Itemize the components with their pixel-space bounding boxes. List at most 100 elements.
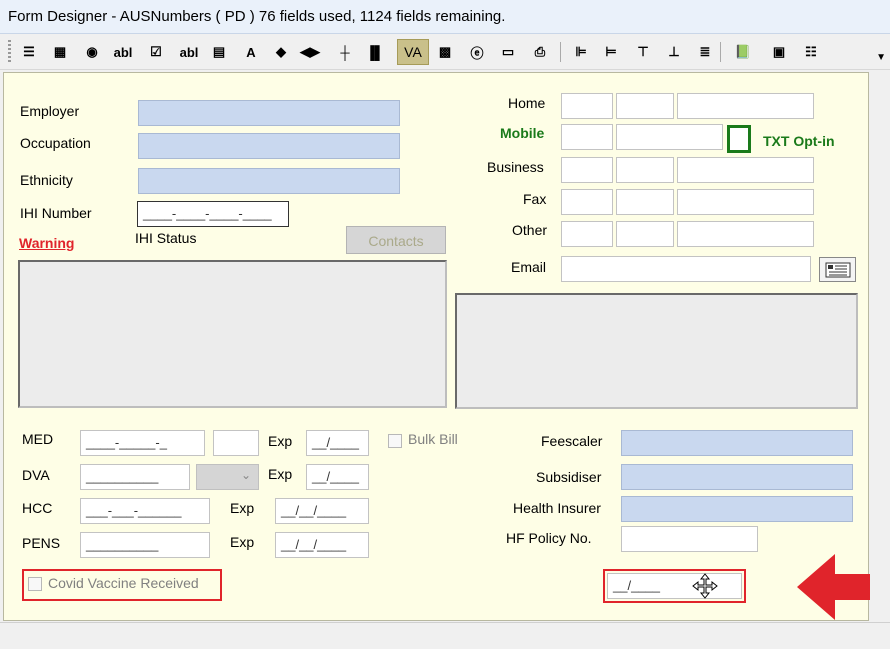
hcc-exp-field[interactable]: __/__/____ — [275, 498, 369, 524]
shapes-icon[interactable]: ◆ — [268, 39, 294, 65]
contacts-button[interactable]: Contacts — [346, 226, 446, 254]
chevron-down-icon: ⌄ — [240, 468, 251, 482]
align-bottom-icon[interactable]: ⊥ — [661, 39, 687, 65]
address-book-icon[interactable] — [819, 257, 856, 282]
subsidiser-field[interactable] — [621, 464, 853, 490]
ethnicity-label: Ethnicity — [20, 172, 73, 188]
mobile-label: Mobile — [500, 125, 545, 141]
health-insurer-label: Health Insurer — [513, 500, 601, 516]
warning-label: Warning — [19, 235, 75, 251]
pens-label: PENS — [22, 535, 61, 551]
employer-field[interactable] — [138, 100, 400, 126]
label-icon[interactable]: abl — [176, 39, 202, 65]
align-left-icon[interactable]: ⊫ — [568, 39, 594, 65]
align-top-icon[interactable]: ⊤ — [630, 39, 656, 65]
move-cursor-icon[interactable] — [692, 573, 718, 599]
image-icon[interactable]: ▩ — [432, 39, 458, 65]
dva-label: DVA — [22, 467, 50, 483]
business-area-field[interactable] — [561, 157, 613, 183]
hcc-exp-label: Exp — [230, 500, 255, 516]
mobile-area-field[interactable] — [561, 124, 613, 150]
fax-area-field[interactable] — [561, 189, 613, 215]
other-prefix-field[interactable] — [616, 221, 674, 247]
email-notes-panel[interactable] — [455, 293, 858, 409]
book-icon[interactable]: 📗 — [730, 39, 756, 65]
other-area-field[interactable] — [561, 221, 613, 247]
other-label: Other — [512, 222, 548, 238]
covid-vaccine-checkbox[interactable] — [28, 577, 42, 591]
toolbar-separator — [720, 42, 721, 62]
feescaler-label: Feescaler — [541, 433, 603, 449]
business-prefix-field[interactable] — [616, 157, 674, 183]
dva-exp-field[interactable]: __/____ — [306, 464, 369, 490]
calendar-icon[interactable]: ▣ — [766, 39, 792, 65]
feescaler-field[interactable] — [621, 430, 853, 456]
covid-vaccine-label: Covid Vaccine Received — [48, 575, 199, 591]
business-label: Business — [487, 159, 544, 175]
dva-exp-label: Exp — [268, 466, 293, 482]
business-number-field[interactable] — [677, 157, 814, 183]
txt-optin-checkbox[interactable] — [727, 125, 751, 153]
line-icon[interactable]: ┼ — [332, 39, 358, 65]
health-insurer-field[interactable] — [621, 496, 853, 522]
hcc-label: HCC — [22, 500, 53, 516]
employer-label: Employer — [20, 103, 80, 119]
fax-prefix-field[interactable] — [616, 189, 674, 215]
print-icon[interactable]: ⎙ — [527, 39, 553, 65]
hcc-field[interactable]: ___-___-______ — [80, 498, 210, 524]
email-label: Email — [511, 259, 547, 275]
font-icon[interactable]: A — [238, 39, 264, 65]
vertical-scrollbar[interactable] — [870, 72, 890, 621]
med-field[interactable]: ____-_____-_ — [80, 430, 205, 456]
home-prefix-field[interactable] — [616, 93, 674, 119]
other-number-field[interactable] — [677, 221, 814, 247]
toolbar-grip[interactable] — [8, 40, 11, 64]
radio-button-icon[interactable]: ◉ — [79, 39, 105, 65]
occupation-field[interactable] — [138, 133, 400, 159]
toolbar-overflow-icon[interactable]: ▼ — [876, 52, 886, 63]
subsidiser-label: Subsidiser — [536, 469, 602, 485]
checkbox-icon[interactable]: ☑ — [143, 39, 169, 65]
pens-field[interactable]: __________ — [80, 532, 210, 558]
med-exp-label: Exp — [268, 433, 293, 449]
ihi-number-field[interactable]: ____-____-____-____ — [137, 201, 289, 227]
list-icon[interactable]: ▤ — [206, 39, 232, 65]
warning-notes-panel[interactable] — [18, 260, 447, 408]
bulk-bill-checkbox[interactable] — [388, 434, 402, 448]
grid-icon[interactable]: ▦ — [47, 39, 73, 65]
window-title-bar: Form Designer - AUSNumbers ( PD ) 76 fie… — [0, 0, 890, 34]
hf-policy-label: HF Policy No. — [506, 530, 592, 546]
dva-type-select[interactable]: ⌄ — [196, 464, 259, 490]
ihi-status-label: IHI Status — [135, 230, 197, 246]
window-title: Form Designer - AUSNumbers ( PD ) 76 fie… — [8, 8, 506, 25]
distribute-icon[interactable]: ≣ — [692, 39, 718, 65]
chart-icon[interactable]: ▐▌ — [362, 39, 388, 65]
list-view-icon[interactable]: ☷ — [798, 39, 824, 65]
align-right-icon[interactable]: ⊨ — [598, 39, 624, 65]
med-irn-field[interactable] — [213, 430, 259, 456]
fax-number-field[interactable] — [677, 189, 814, 215]
moved-date-field[interactable]: __/____ — [607, 573, 742, 599]
browser-icon[interactable]: ⓔ — [464, 39, 490, 65]
mobile-number-field[interactable] — [616, 124, 723, 150]
ihi-number-label: IHI Number — [20, 205, 92, 221]
va-button[interactable]: VA — [397, 39, 429, 65]
bulk-bill-label: Bulk Bill — [408, 431, 458, 447]
home-area-field[interactable] — [561, 93, 613, 119]
button-icon[interactable]: ▭ — [495, 39, 521, 65]
tab-order-icon[interactable]: ☰ — [16, 39, 42, 65]
home-number-field[interactable] — [677, 93, 814, 119]
ethnicity-field[interactable] — [138, 168, 400, 194]
med-exp-field[interactable]: __/____ — [306, 430, 369, 456]
email-field[interactable] — [561, 256, 811, 282]
hf-policy-field[interactable] — [621, 526, 758, 552]
fax-label: Fax — [523, 191, 547, 207]
pens-exp-field[interactable]: __/__/____ — [275, 532, 369, 558]
home-label: Home — [508, 95, 546, 111]
arrows-icon[interactable]: ◀▶ — [297, 39, 323, 65]
status-bar — [0, 622, 890, 649]
toolbar-separator — [560, 42, 561, 62]
textbox-icon[interactable]: abl — [110, 39, 136, 65]
dva-field[interactable]: __________ — [80, 464, 190, 490]
form-canvas: Employer Occupation Ethnicity IHI Number… — [3, 72, 869, 621]
